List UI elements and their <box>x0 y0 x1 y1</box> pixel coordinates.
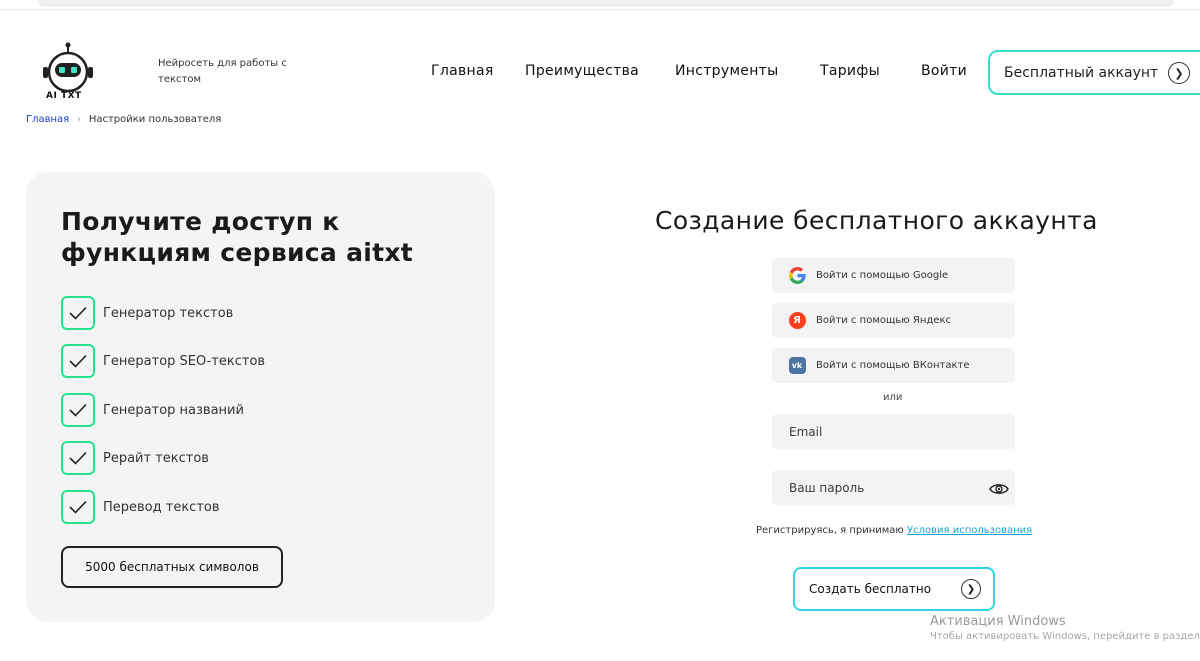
free-account-label: Бесплатный аккаунт <box>1004 64 1159 81</box>
nav-login[interactable]: Войти <box>921 63 967 79</box>
feature-label: Рерайт текстов <box>103 450 209 466</box>
terms-link[interactable]: Условия использования <box>907 525 1032 536</box>
google-login-button[interactable]: Войти с помощью Google <box>772 258 1015 293</box>
promo-title: Получите доступ к функциям сервиса aitxt <box>61 207 414 267</box>
free-account-button[interactable]: Бесплатный аккаунт ❯ <box>988 50 1200 95</box>
breadcrumb-current: Настройки пользователя <box>88 114 222 125</box>
checkmark-icon <box>61 393 95 427</box>
feature-item: Генератор названий <box>61 393 244 427</box>
yandex-login-label: Войти с помощью Яндекс <box>816 315 951 326</box>
windows-activation-subtitle: Чтобы активировать Windows, перейдите в … <box>930 631 1200 642</box>
signup-title: Создание бесплатного аккаунта <box>655 206 1098 235</box>
nav-pricing[interactable]: Тарифы <box>820 63 880 79</box>
create-free-button[interactable]: Создать бесплатно ❯ <box>793 567 995 611</box>
checkmark-icon <box>61 344 95 378</box>
feature-item: Генератор SEO-текстов <box>61 344 265 378</box>
password-field-wrapper <box>772 470 1015 505</box>
yandex-login-button[interactable]: Я Войти с помощью Яндекс <box>772 303 1015 338</box>
create-free-label: Создать бесплатно <box>809 582 932 596</box>
top-divider <box>0 9 1200 10</box>
logo-text: AI TXT <box>46 91 82 101</box>
browser-top-strip <box>0 0 1200 10</box>
arrow-right-icon: ❯ <box>961 579 981 599</box>
checkmark-icon <box>61 441 95 475</box>
nav-advantages[interactable]: Преимущества <box>525 63 639 79</box>
brand-tagline: Нейросеть для работы с текстом <box>158 58 287 85</box>
vk-login-label: Войти с помощью ВКонтакте <box>816 360 970 371</box>
checkmark-icon <box>61 296 95 330</box>
vk-icon: vk <box>788 357 806 375</box>
feature-item: Генератор текстов <box>61 296 233 330</box>
checkmark-icon <box>61 490 95 524</box>
feature-item: Перевод текстов <box>61 490 220 524</box>
arrow-right-icon: ❯ <box>1168 62 1190 84</box>
breadcrumb-separator-icon: › <box>77 114 81 125</box>
terms-prefix: Регистрируясь, я принимаю <box>756 525 904 536</box>
free-symbols-badge: 5000 бесплатных символов <box>61 546 283 588</box>
terms-note: Регистрируясь, я принимаю Условия исполь… <box>756 525 1032 536</box>
windows-activation-title: Активация Windows <box>930 614 1066 629</box>
google-login-label: Войти с помощью Google <box>816 270 949 281</box>
promo-card: Получите доступ к функциям сервиса aitxt… <box>26 172 495 622</box>
or-separator: или <box>883 392 903 403</box>
feature-label: Генератор SEO-текстов <box>103 353 266 369</box>
feature-label: Генератор названий <box>103 402 244 418</box>
yandex-icon: Я <box>788 312 806 330</box>
feature-item: Рерайт текстов <box>61 441 209 475</box>
nav-home[interactable]: Главная <box>431 63 494 79</box>
feature-label: Перевод текстов <box>103 499 220 515</box>
password-field[interactable] <box>789 480 969 495</box>
breadcrumb: Главная › Настройки пользователя <box>26 114 221 125</box>
email-field[interactable] <box>789 424 969 439</box>
top-strip <box>38 0 1174 6</box>
google-icon <box>788 267 806 285</box>
breadcrumb-home[interactable]: Главная <box>26 114 69 125</box>
email-field-wrapper <box>772 414 1015 449</box>
feature-label: Генератор текстов <box>103 305 234 321</box>
show-password-eye-icon[interactable] <box>989 481 1009 495</box>
vk-login-button[interactable]: vk Войти с помощью ВКонтакте <box>772 348 1015 383</box>
nav-tools[interactable]: Инструменты <box>675 63 779 79</box>
